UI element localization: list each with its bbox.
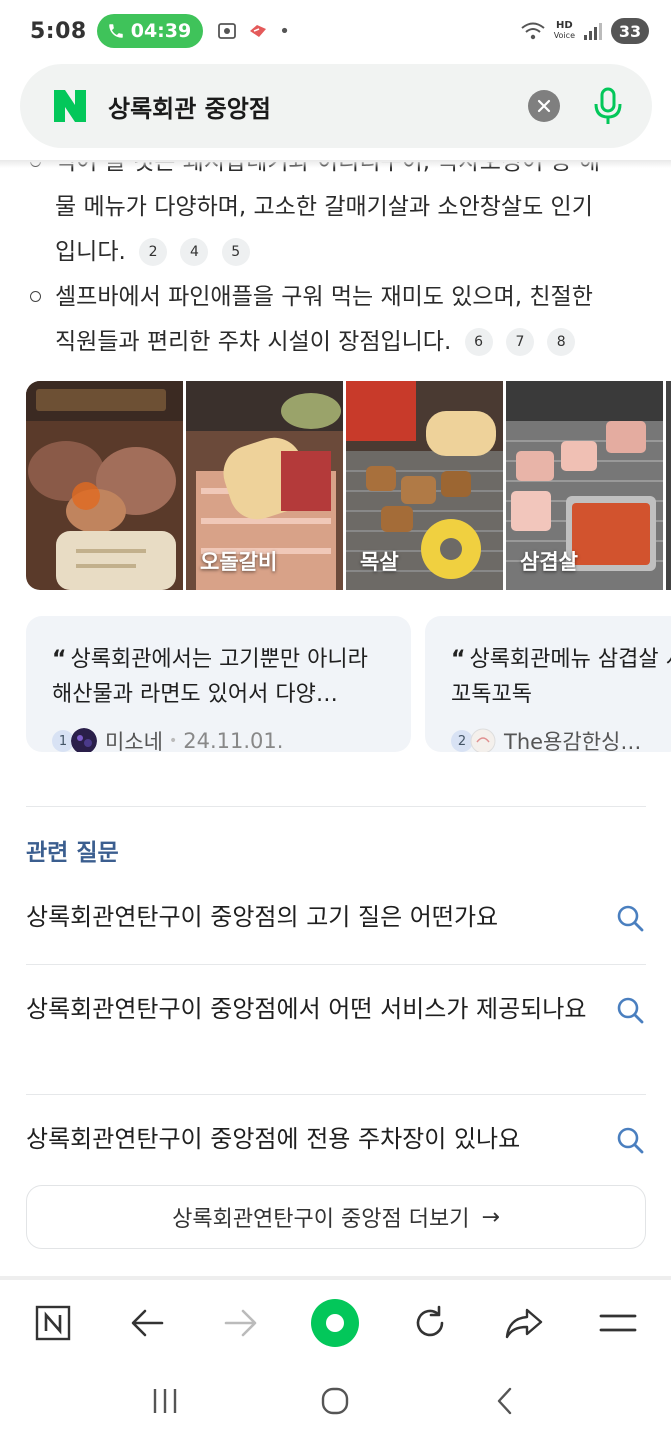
share-icon (505, 1308, 542, 1339)
related-question-text: 상록회관연탄구이 중앙점에 전용 주차장이 있나요 (26, 1125, 521, 1153)
grilled-meat-photo (26, 381, 183, 590)
related-question-item[interactable]: 상록회관연탄구이 중앙점의 고기 질은 어떤가요 (26, 898, 646, 937)
meta-separator: • (168, 733, 178, 749)
call-duration: 04:39 (130, 20, 192, 42)
recent-apps-button[interactable] (150, 1386, 180, 1420)
citation-badge[interactable]: 5 (221, 238, 250, 266)
share-button[interactable] (494, 1293, 554, 1353)
hd-voice-icon: HD Voice (553, 20, 575, 41)
more-notifications-dot: • (279, 20, 290, 42)
header-shadow (0, 160, 671, 168)
image-caption: 삼겹살 (520, 550, 578, 574)
list-divider (26, 964, 646, 965)
related-question-item[interactable]: 상록회관연탄구이 중앙점에서 어떤 서비스가 제공되나요 (26, 990, 646, 1029)
quote-mark-icon: “ (52, 647, 67, 672)
citation-badge[interactable]: 7 (505, 328, 534, 356)
food-image-tile[interactable]: 오돌갈비 (186, 381, 343, 590)
signal-icon (584, 23, 602, 40)
system-back-button[interactable] (491, 1386, 521, 1420)
search-icon (617, 905, 644, 931)
review-date: 24.11.01. (183, 729, 284, 752)
image-caption: 목살 (360, 550, 399, 574)
related-question-item[interactable]: 상록회관연탄구이 중앙점에 전용 주차장이 있나요 (26, 1120, 646, 1159)
screenshot-icon (218, 23, 237, 39)
green-dot-icon (311, 1299, 360, 1347)
bullet-line: 직원들과 편리한 주차 시설이 장점입니다. (55, 329, 452, 355)
search-icon (617, 997, 644, 1023)
menu-icon (599, 1314, 637, 1332)
food-image-tile[interactable]: 삼겹살 (506, 381, 663, 590)
citation-badge[interactable]: 6 (464, 328, 493, 356)
phone-icon (108, 24, 123, 38)
answer-bullet: 셀프바에서 파인애플을 구워 먹는 재미도 있으며, 친절한 직원들과 편리한 … (30, 275, 645, 365)
refresh-icon (416, 1305, 443, 1337)
app-notification-icon (250, 25, 267, 37)
food-image-tile[interactable] (666, 381, 671, 590)
list-divider (26, 1094, 646, 1095)
review-text: 상록회관에서는 고기뿐만 아니라 해산물과 라면도 있어서 다양… (52, 647, 368, 707)
bullet-line: 입니다. (55, 239, 126, 265)
review-card[interactable]: “상록회관메뉴 삼겹살 서 갈매기살과 꼬독꼬독 2 The용감한싱… (425, 616, 671, 752)
bullet-marker (30, 291, 41, 302)
food-image-tile[interactable]: 목살 (346, 381, 503, 590)
green-dot-button[interactable] (305, 1293, 365, 1353)
system-navigation-bar (0, 1366, 671, 1440)
back-button[interactable] (117, 1293, 177, 1353)
review-card[interactable]: “상록회관에서는 고기뿐만 아니라 해산물과 라면도 있어서 다양… 1 미소네… (26, 616, 411, 752)
citation-badge[interactable]: 8 (547, 328, 576, 356)
home-circle-icon (322, 1387, 349, 1415)
search-icon (617, 1127, 644, 1153)
related-question-text: 상록회관연탄구이 중앙점의 고기 질은 어떤가요 (26, 903, 499, 931)
citation-badge[interactable]: 2 (139, 238, 168, 266)
arrow-right-icon: → (481, 1204, 500, 1230)
review-quote: “상록회관메뉴 삼겹살 서 갈매기살과 꼬독꼬독 (451, 642, 671, 712)
battery-indicator: 33 (611, 18, 649, 44)
review-text: 상록회관메뉴 삼겹살 서 갈매기살과 꼬독꼬독 (451, 647, 671, 707)
related-question-text: 상록회관연탄구이 중앙점에서 어떤 서비스가 제공되나요 (26, 995, 587, 1023)
forward-button[interactable] (211, 1293, 271, 1353)
forward-arrow-icon (225, 1309, 257, 1337)
image-caption: 오돌갈비 (200, 550, 278, 574)
bullet-line: 셀프바에서 파인애플을 구워 먹는 재미도 있으며, 친절한 (55, 284, 593, 310)
status-time: 5:08 (30, 18, 87, 44)
section-divider (26, 806, 646, 807)
avatar (470, 728, 496, 752)
system-back-icon (497, 1387, 512, 1415)
back-arrow-icon (131, 1309, 164, 1337)
food-image-tile[interactable] (26, 381, 183, 590)
avatar (71, 728, 97, 752)
naver-home-icon (35, 1305, 71, 1341)
citation-badge[interactable]: 4 (180, 238, 209, 266)
refresh-button[interactable] (400, 1293, 460, 1353)
header-cover (0, 62, 671, 162)
review-author: The용감한싱… (504, 730, 642, 752)
home-button[interactable] (320, 1386, 350, 1420)
review-author: 미소네 (105, 730, 163, 752)
more-results-label: 상록회관연탄구이 중앙점 더보기 (172, 1207, 470, 1232)
food-image-carousel[interactable]: 오돌갈비 목살 삼겹살 (26, 381, 671, 590)
browser-toolbar (0, 1280, 671, 1366)
quote-mark-icon: “ (451, 647, 466, 672)
bullet-line: 물 메뉴가 다양하며, 고소한 갈매기살과 소안창살도 인기 (55, 194, 593, 220)
status-bar: 5:08 04:39 • HD Voice 33 (0, 0, 671, 62)
call-indicator[interactable]: 04:39 (96, 14, 204, 48)
recent-apps-icon (153, 1389, 177, 1413)
more-results-button[interactable]: 상록회관연탄구이 중앙점 더보기 → (26, 1185, 646, 1249)
menu-button[interactable] (588, 1293, 648, 1353)
review-quote: “상록회관에서는 고기뿐만 아니라 해산물과 라면도 있어서 다양… (52, 642, 387, 712)
related-questions-title: 관련 질문 (26, 840, 119, 866)
naver-home-button[interactable] (23, 1293, 83, 1353)
wifi-icon (521, 22, 545, 40)
